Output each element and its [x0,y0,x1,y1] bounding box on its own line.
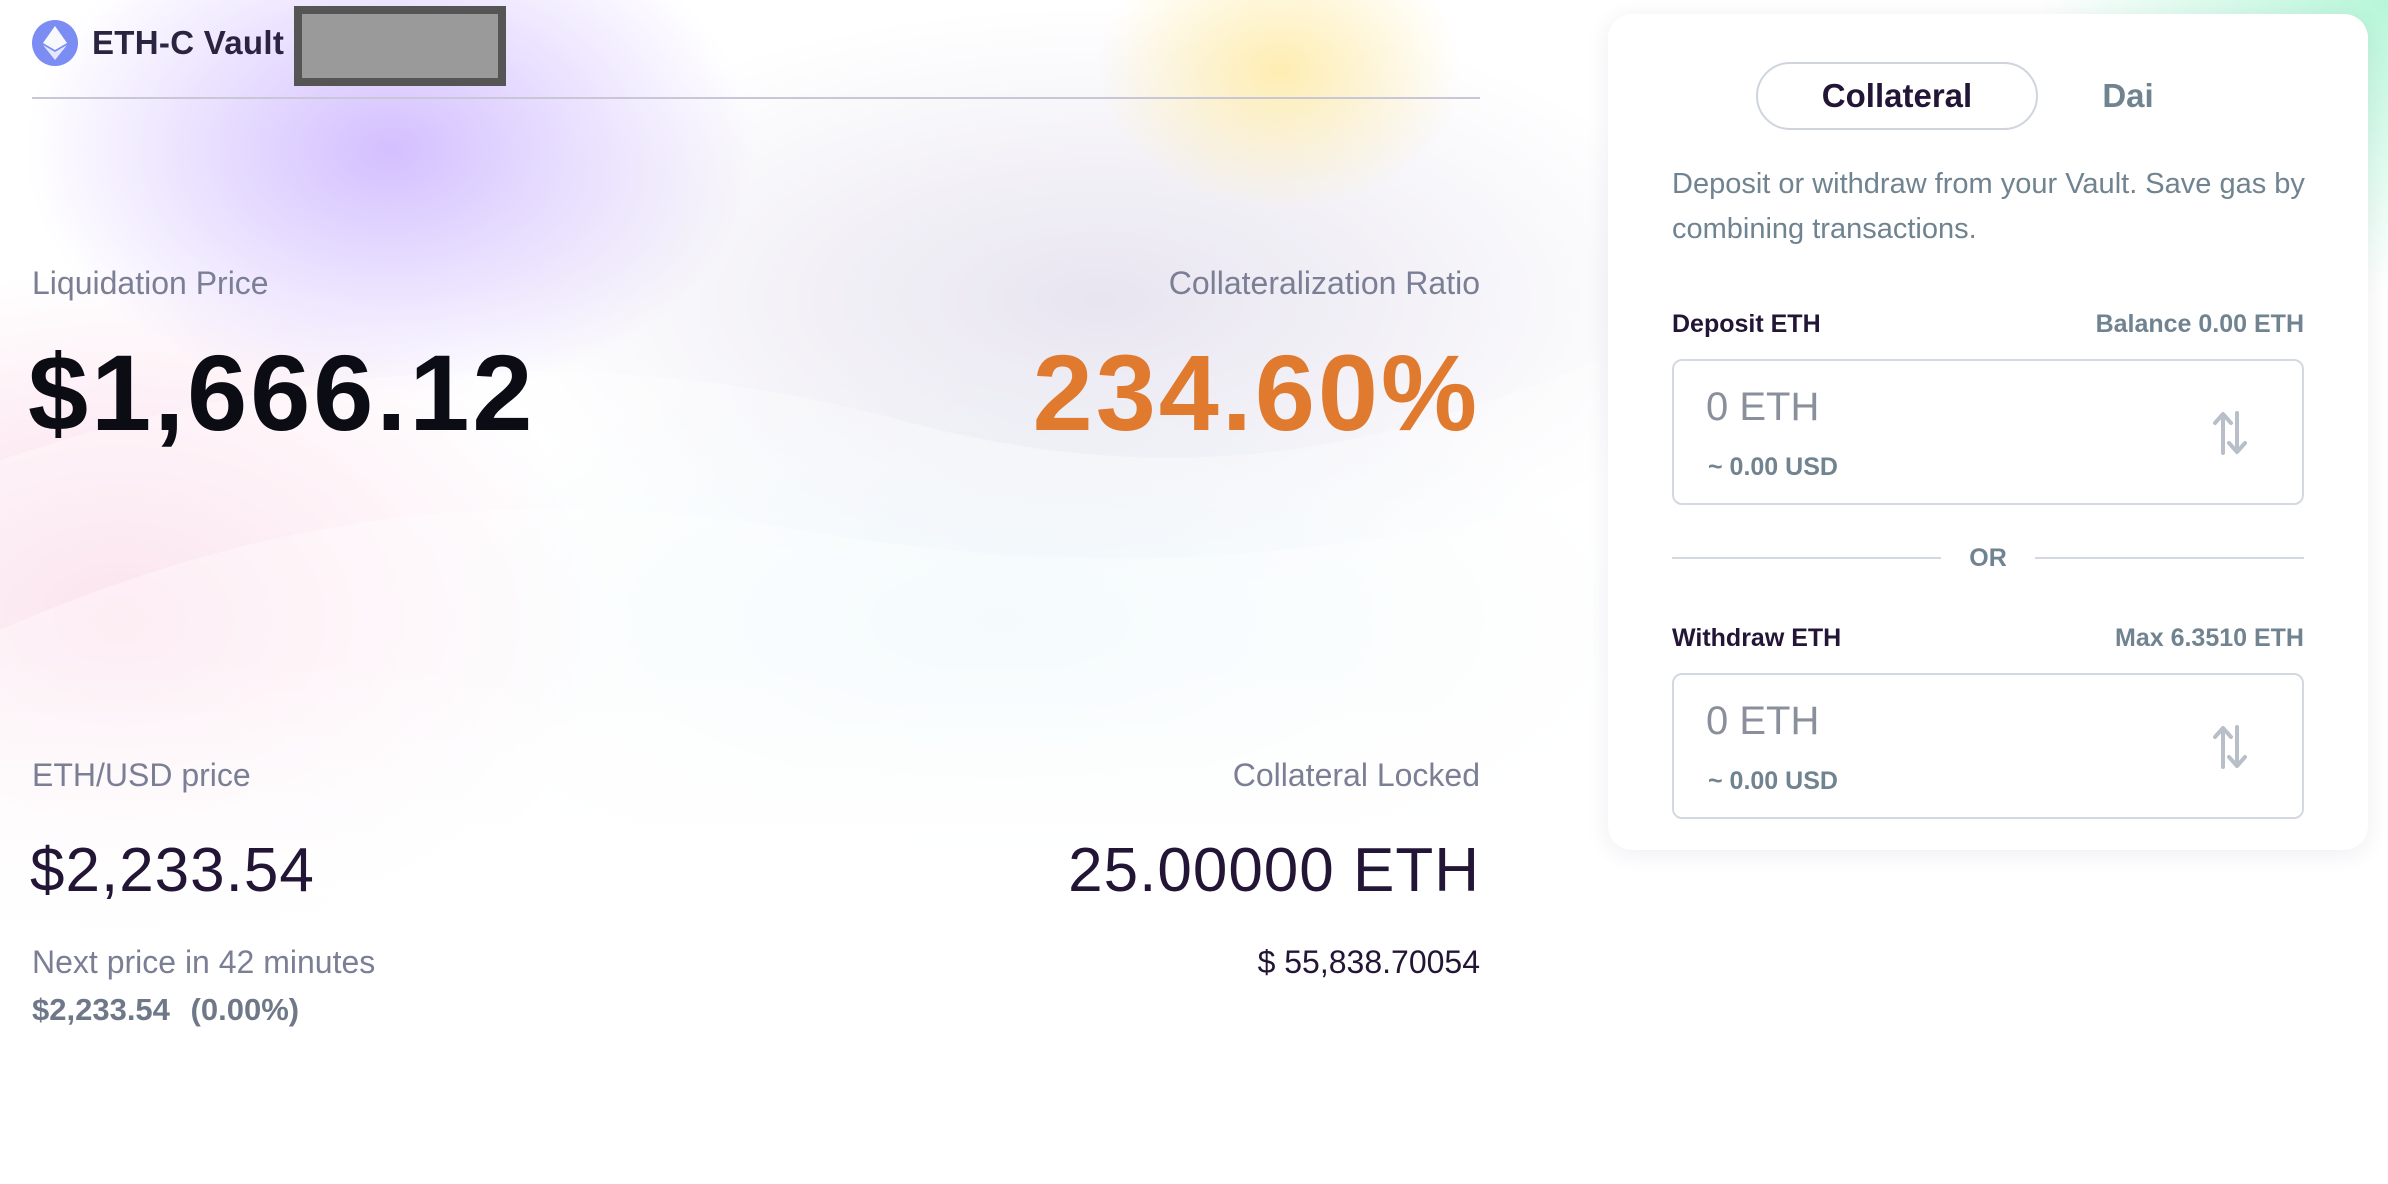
swap-units-icon[interactable] [2210,719,2250,775]
or-line-left [1672,557,1942,559]
next-price-value: $2,233.54 (0.00%) [32,992,299,1028]
collateralization-ratio-label: Collateralization Ratio [1168,265,1480,301]
panel-description: Deposit or withdraw from your Vault. Sav… [1672,168,2305,245]
collateral-locked-usd: $ 55,838.70054 [1257,944,1480,980]
collateral-locked-value: 25.00000 ETH [1068,836,1480,905]
collateralization-ratio-value: 234.60% [1032,332,1480,453]
redacted-vault-id [294,6,507,86]
next-price-amount: $2,233.54 [32,992,170,1027]
tab-dai[interactable]: Dai [2068,62,2188,130]
next-price-text: Next price in 42 minutes [32,944,376,980]
eth-usd-price-label: ETH/USD price [32,757,251,793]
withdraw-max[interactable]: Max 6.3510 ETH [2115,624,2304,653]
deposit-balance: Balance 0.00 ETH [2095,310,2304,338]
withdraw-label: Withdraw ETH [1672,624,1842,652]
or-text: OR [1969,543,2007,572]
withdraw-input-box: ~ 0.00 USD [1672,673,2304,819]
ethereum-icon [32,20,78,66]
deposit-label: Deposit ETH [1672,310,1821,338]
withdraw-usd-equivalent: ~ 0.00 USD [1708,767,1838,795]
vault-title: ETH-C Vault [92,24,285,61]
collateral-locked-label: Collateral Locked [1232,757,1480,793]
deposit-usd-equivalent: ~ 0.00 USD [1708,453,1838,481]
or-divider: OR [1672,538,2304,578]
eth-usd-price-value: $2,233.54 [30,836,315,905]
deposit-input[interactable] [1706,385,2166,430]
liquidation-price-label: Liquidation Price [32,265,269,301]
liquidation-price-value: $1,666.12 [28,332,536,453]
swap-units-icon[interactable] [2210,405,2250,461]
vault-page: ETH-C Vault Liquidation Price $1,666.12 … [0,0,2388,1184]
header-divider [32,97,1480,99]
deposit-input-box: ~ 0.00 USD [1672,359,2304,505]
or-line-right [2034,557,2304,559]
panel-tabs: Collateral Dai [1756,62,2188,130]
tab-collateral[interactable]: Collateral [1756,62,2038,130]
next-price-change: (0.00%) [190,992,300,1027]
manage-vault-panel: Collateral Dai Deposit or withdraw from … [1608,14,2368,850]
withdraw-input[interactable] [1706,699,2166,744]
vault-header: ETH-C Vault [32,6,507,86]
